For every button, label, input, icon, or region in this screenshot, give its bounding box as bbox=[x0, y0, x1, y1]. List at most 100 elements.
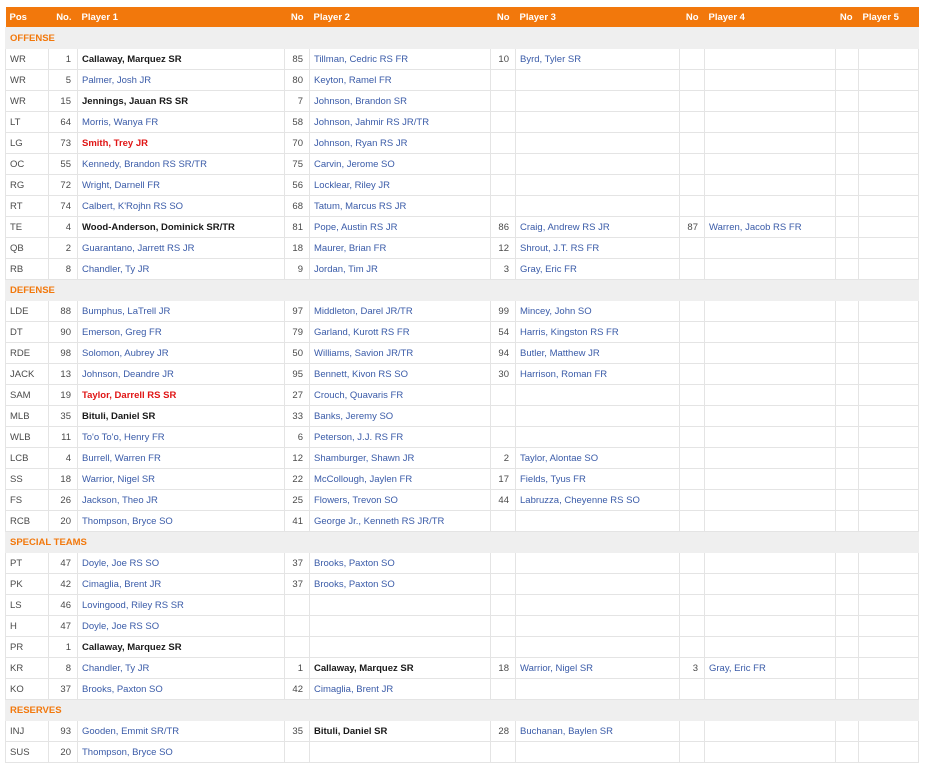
player-link[interactable]: Shrout, J.T. RS FR bbox=[520, 243, 599, 254]
player-link[interactable]: Tillman, Cedric RS FR bbox=[314, 54, 408, 65]
player-link[interactable]: Maurer, Brian FR bbox=[314, 243, 386, 254]
player-link[interactable]: Craig, Andrew RS JR bbox=[520, 222, 610, 233]
player-link[interactable]: Buchanan, Baylen SR bbox=[520, 726, 613, 737]
player-link[interactable]: Palmer, Josh JR bbox=[82, 75, 151, 86]
position-cell: WLB bbox=[5, 426, 49, 448]
player-link[interactable]: Taylor, Alontae SO bbox=[520, 453, 598, 464]
player-link[interactable]: Fields, Tyus FR bbox=[520, 474, 586, 485]
jersey-number-cell bbox=[679, 678, 705, 700]
table-row: H 47 Doyle, Joe RS SO bbox=[5, 615, 919, 637]
jersey-number-cell: 55 bbox=[48, 153, 78, 175]
player-link[interactable]: Gray, Eric FR bbox=[520, 264, 577, 275]
player-link[interactable]: Morris, Wanya FR bbox=[82, 117, 158, 128]
player-cell bbox=[704, 300, 836, 322]
player-link[interactable]: Burrell, Warren FR bbox=[82, 453, 161, 464]
player-link[interactable]: To'o To'o, Henry FR bbox=[82, 432, 165, 443]
player-link[interactable]: Wood-Anderson, Dominick SR/TR bbox=[82, 222, 235, 233]
player-link[interactable]: McCollough, Jaylen FR bbox=[314, 474, 412, 485]
player-link[interactable]: Chandler, Ty JR bbox=[82, 663, 149, 674]
jersey-number-cell bbox=[835, 237, 859, 259]
player-link[interactable]: Chandler, Ty JR bbox=[82, 264, 149, 275]
player-link[interactable]: Keyton, Ramel FR bbox=[314, 75, 392, 86]
player-link[interactable]: Locklear, Riley JR bbox=[314, 180, 390, 191]
player-link[interactable]: Jackson, Theo JR bbox=[82, 495, 158, 506]
player-link[interactable]: Johnson, Deandre JR bbox=[82, 369, 174, 380]
jersey-number-cell bbox=[835, 132, 859, 154]
jersey-number-cell: 74 bbox=[48, 195, 78, 217]
player-link[interactable]: Emerson, Greg FR bbox=[82, 327, 162, 338]
player-link[interactable]: Callaway, Marquez SR bbox=[314, 663, 414, 674]
player-link[interactable]: Cimaglia, Brent JR bbox=[314, 684, 393, 695]
player-link[interactable]: Banks, Jeremy SO bbox=[314, 411, 393, 422]
jersey-number-cell: 26 bbox=[48, 489, 78, 511]
depth-chart-body: OFFENSE WR 1 Callaway, Marquez SR 85 Tillman,… bbox=[5, 27, 919, 763]
player-link[interactable]: Callaway, Marquez SR bbox=[82, 642, 182, 653]
player-link[interactable]: Garland, Kurott RS FR bbox=[314, 327, 410, 338]
player-link[interactable]: Cimaglia, Brent JR bbox=[82, 579, 161, 590]
player-link[interactable]: Johnson, Ryan RS JR bbox=[314, 138, 407, 149]
player-link[interactable]: Johnson, Brandon SR bbox=[314, 96, 407, 107]
table-row: JACK 13 Johnson, Deandre JR 95 Bennett, Kivo… bbox=[5, 363, 919, 385]
player-cell: Gray, Eric FR bbox=[704, 657, 836, 679]
player-link[interactable]: Flowers, Trevon SO bbox=[314, 495, 398, 506]
player-link[interactable]: Thompson, Bryce SO bbox=[82, 747, 173, 758]
jersey-number-cell: 20 bbox=[48, 741, 78, 763]
player-link[interactable]: Warrior, Nigel SR bbox=[82, 474, 155, 485]
player-link[interactable]: Jordan, Tim JR bbox=[314, 264, 378, 275]
jersey-number-cell: 3 bbox=[679, 657, 705, 679]
player-link[interactable]: Calbert, K'Rojhn RS SO bbox=[82, 201, 183, 212]
player-link[interactable]: Gray, Eric FR bbox=[709, 663, 766, 674]
player-link[interactable]: Doyle, Joe RS SO bbox=[82, 558, 159, 569]
jersey-number-cell bbox=[490, 405, 516, 427]
player-link[interactable]: Callaway, Marquez SR bbox=[82, 54, 182, 65]
player-link[interactable]: Harrison, Roman FR bbox=[520, 369, 607, 380]
player-link[interactable]: Brooks, Paxton SO bbox=[314, 579, 395, 590]
position-cell: KR bbox=[5, 657, 49, 679]
player-cell bbox=[704, 48, 836, 70]
player-link[interactable]: Bituli, Daniel SR bbox=[314, 726, 387, 737]
player-link[interactable]: Thompson, Bryce SO bbox=[82, 516, 173, 527]
player-link[interactable]: Jennings, Jauan RS SR bbox=[82, 96, 188, 107]
player-cell bbox=[704, 342, 836, 364]
player-link[interactable]: Bennett, Kivon RS SO bbox=[314, 369, 408, 380]
player-link[interactable]: Shamburger, Shawn JR bbox=[314, 453, 414, 464]
header-no-1: No. bbox=[48, 7, 78, 28]
player-link[interactable]: Bumphus, LaTrell JR bbox=[82, 306, 170, 317]
player-link[interactable]: Pope, Austin RS JR bbox=[314, 222, 397, 233]
player-link[interactable]: Crouch, Quavaris FR bbox=[314, 390, 403, 401]
player-link[interactable]: Doyle, Joe RS SO bbox=[82, 621, 159, 632]
jersey-number-cell bbox=[679, 111, 705, 133]
player-link[interactable]: Gooden, Emmit SR/TR bbox=[82, 726, 179, 737]
player-link[interactable]: Mincey, John SO bbox=[520, 306, 592, 317]
player-link[interactable]: Kennedy, Brandon RS SR/TR bbox=[82, 159, 207, 170]
table-row: TE 4 Wood-Anderson, Dominick SR/TR 81 Pope, … bbox=[5, 216, 919, 238]
player-link[interactable]: Carvin, Jerome SO bbox=[314, 159, 395, 170]
player-link[interactable]: Warrior, Nigel SR bbox=[520, 663, 593, 674]
player-cell bbox=[515, 636, 680, 658]
player-link[interactable]: Peterson, J.J. RS FR bbox=[314, 432, 403, 443]
player-link[interactable]: George Jr., Kenneth RS JR/TR bbox=[314, 516, 444, 527]
player-link[interactable]: Williams, Savion JR/TR bbox=[314, 348, 413, 359]
player-link[interactable]: Bituli, Daniel SR bbox=[82, 411, 155, 422]
player-link[interactable]: Tatum, Marcus RS JR bbox=[314, 201, 406, 212]
player-link[interactable]: Brooks, Paxton SO bbox=[314, 558, 395, 569]
player-cell: Johnson, Brandon SR bbox=[309, 90, 491, 112]
player-link[interactable]: Guarantano, Jarrett RS JR bbox=[82, 243, 194, 254]
player-link[interactable]: Lovingood, Riley RS SR bbox=[82, 600, 184, 611]
player-link[interactable]: Harris, Kingston RS FR bbox=[520, 327, 619, 338]
player-link[interactable]: Byrd, Tyler SR bbox=[520, 54, 581, 65]
player-link[interactable]: Taylor, Darrell RS SR bbox=[82, 390, 176, 401]
player-link[interactable]: Butler, Matthew JR bbox=[520, 348, 600, 359]
position-cell: RG bbox=[5, 174, 49, 196]
player-link[interactable]: Solomon, Aubrey JR bbox=[82, 348, 169, 359]
player-link[interactable]: Brooks, Paxton SO bbox=[82, 684, 163, 695]
player-link[interactable]: Middleton, Darel JR/TR bbox=[314, 306, 413, 317]
header-no-4: No bbox=[679, 7, 705, 28]
player-link[interactable]: Smith, Trey JR bbox=[82, 138, 148, 149]
player-link[interactable]: Warren, Jacob RS FR bbox=[709, 222, 802, 233]
player-cell bbox=[858, 489, 919, 511]
player-cell: Middleton, Darel JR/TR bbox=[309, 300, 491, 322]
player-link[interactable]: Johnson, Jahmir RS JR/TR bbox=[314, 117, 429, 128]
player-link[interactable]: Wright, Darnell FR bbox=[82, 180, 160, 191]
player-link[interactable]: Labruzza, Cheyenne RS SO bbox=[520, 495, 640, 506]
